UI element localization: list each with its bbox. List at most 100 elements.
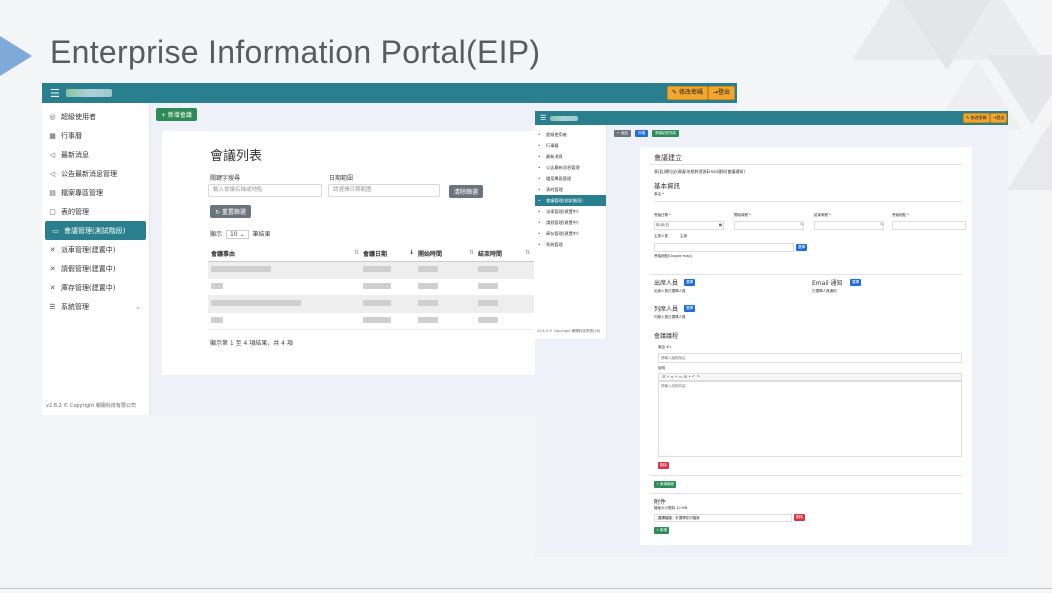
sidebar-item[interactable]: • 庫存管理(建置中) <box>535 228 606 239</box>
change-password-button[interactable]: ✎ 修改密碼 <box>667 86 708 100</box>
choose-file-button[interactable]: 選擇檔案 <box>656 516 674 520</box>
meeting-create-screenshot: ☰ ✎ 修改密碼 ⇥登出 • 超級使用者 • 行事曆 • 最新消息 • 公告最新消息管理 • 檔案… <box>535 111 1008 557</box>
reset-filter-button[interactable]: ↻ 重置篩選 <box>210 205 251 218</box>
sidebar-item[interactable]: ▭ 會議管理(測試階段) <box>45 221 146 240</box>
bullet-icon: • <box>538 209 541 214</box>
agenda-desc-editor[interactable]: 請輸入說明內容 <box>658 381 962 457</box>
sidebar-item[interactable]: ◎ 超級使用者 <box>42 107 149 126</box>
attendees-select-button[interactable]: 選擇 <box>684 279 695 286</box>
sidebar-item-label: 會議管理(測試階段) <box>546 197 583 203</box>
hamburger-menu-icon[interactable]: ☰ <box>540 114 546 122</box>
start-time-input[interactable]: ◷ <box>734 221 804 230</box>
sidebar-item[interactable]: ▦ 行事曆 <box>42 126 149 145</box>
sidebar-item-label: 表的管理 <box>61 207 89 216</box>
sidebar-item[interactable]: ◁ 最新消息 <box>42 145 149 164</box>
blurred-cell <box>363 283 391 289</box>
attachment-delete-button[interactable]: 刪除 <box>794 514 805 521</box>
slide-bottom-line <box>0 588 1052 589</box>
table-row[interactable] <box>208 313 534 330</box>
clear-filter-button[interactable]: 清除篩選 <box>449 185 484 198</box>
sidebar-item[interactable]: ▢ 表的管理 <box>42 202 149 221</box>
attachments-heading: 附件 <box>654 499 667 506</box>
sidebar-item[interactable]: ◁ 公告最新消息管理 <box>42 164 149 183</box>
bullet-icon: • <box>538 132 541 137</box>
attachments-note: 檔案大小限制 10 MB <box>654 506 688 510</box>
sidebar-item[interactable]: • 行事曆 <box>535 140 606 151</box>
megaphone-icon: ◁ <box>49 169 56 178</box>
slide-title: Enterprise Information Portal(EIP) <box>50 34 541 70</box>
col-header-end[interactable]: 結束時間 ⇅ <box>478 249 534 258</box>
blurred-cell <box>418 317 438 323</box>
calendar-icon: ▦ <box>49 131 56 140</box>
keyword-search-input[interactable]: 輸入會議名稱或地點 <box>208 184 322 197</box>
file-icon: ▤ <box>49 188 56 197</box>
observers-heading: 列席人員 <box>654 306 679 313</box>
bullet-icon: • <box>538 165 541 170</box>
file-input[interactable]: 選擇檔案 未選擇任何檔案 <box>654 514 792 522</box>
sidebar-item[interactable]: • 系統管理 <box>535 239 606 250</box>
agenda-item-input[interactable]: 請輸入議程案由 <box>658 353 962 363</box>
sidebar-item-label: 最新消息 <box>61 150 89 159</box>
host-select-button[interactable]: 選擇 <box>796 244 807 251</box>
back-button[interactable]: ← 返回 <box>614 130 632 137</box>
blurred-cell <box>363 300 391 306</box>
sidebar-item-label: 公告最新消息管理 <box>61 169 117 178</box>
blurred-logo <box>550 115 579 121</box>
sidebar-item[interactable]: • 超級使用者 <box>535 129 606 140</box>
sidebar-item[interactable]: ▤ 檔案專區管理 <box>42 183 149 202</box>
sidebar-item[interactable]: • 檔案專區管理 <box>535 173 606 184</box>
save-button[interactable]: 存檔 <box>635 130 648 137</box>
email-select-button[interactable]: 選擇 <box>850 279 861 286</box>
logout-button[interactable]: ⇥登出 <box>990 113 1008 123</box>
page-size-select[interactable]: 10 ⌄ <box>225 230 249 239</box>
observers-select-button[interactable]: 選擇 <box>684 305 695 312</box>
finish-minutes-button[interactable]: 會議記錄完成 <box>652 130 679 137</box>
date-range-input[interactable]: 請選擇日期範圍 <box>328 184 440 197</box>
subject-label: 事由 * <box>654 192 664 196</box>
add-attachment-button[interactable]: + 新增 <box>654 527 670 534</box>
end-time-input[interactable]: ◷ <box>814 221 884 230</box>
table-row[interactable] <box>208 296 534 313</box>
col-header-subject[interactable]: 會議事由 ⇅ <box>208 249 363 258</box>
basic-info-heading: 基本資訊 <box>654 182 680 190</box>
sidebar-item[interactable]: ✕ 請假管理(建置中) <box>42 259 149 278</box>
table-row[interactable] <box>208 262 534 279</box>
blurred-cell <box>211 283 223 289</box>
google-map-note: 會議地點(Google map) <box>654 254 692 258</box>
sidebar-item[interactable]: ✕ 派車管理(建置中) <box>42 240 149 259</box>
table-header: 會議事由 ⇅ 會議日期 ↓ 開始時間 ⇅ 結束時間 ⇅ <box>208 245 534 262</box>
sidebar-item[interactable]: ☰ 系統管理 ⌄ <box>42 297 149 316</box>
sidebar-item[interactable]: • 最新消息 <box>535 151 606 162</box>
blurred-cell <box>211 317 223 323</box>
blurred-cell <box>418 300 438 306</box>
agenda-delete-button[interactable]: 刪除 <box>658 462 669 469</box>
blurred-cell <box>418 283 438 289</box>
sidebar-item[interactable]: • 表的管理 <box>535 184 606 195</box>
slide-background: Enterprise Information Portal(EIP) ☰ ✎ 修… <box>0 0 1052 593</box>
chevron-down-icon: ⌄ <box>135 302 141 311</box>
sidebar-item[interactable]: • 公告最新消息管理 <box>535 162 606 173</box>
sidebar-item[interactable]: • 派車管理(建置中) <box>535 206 606 217</box>
col-header-date[interactable]: 會議日期 ↓ <box>363 249 418 258</box>
bullet-icon: • <box>538 154 541 159</box>
add-agenda-button[interactable]: + 新增議程 <box>654 481 677 488</box>
add-meeting-button[interactable]: + 新增會議 <box>156 108 197 121</box>
logout-button[interactable]: ⇥登出 <box>708 86 736 100</box>
hamburger-menu-icon[interactable]: ☰ <box>50 87 60 100</box>
start-time-label: 開始時間 * <box>734 213 751 217</box>
col-header-start[interactable]: 開始時間 ⇅ <box>418 249 478 258</box>
sidebar-item[interactable]: • 請假管理(建置中) <box>535 217 606 228</box>
meeting-icon: ▭ <box>52 226 59 235</box>
sidebar-item-label: 公告最新消息管理 <box>546 164 580 170</box>
host-input[interactable] <box>654 243 794 252</box>
rich-text-toolbar[interactable]: ☰ • ≡ • ▭ ⊞ • ↶ ↷ <box>658 373 962 381</box>
bullet-icon: • <box>538 176 541 181</box>
location-input[interactable] <box>892 221 966 230</box>
sidebar-item-label: 庫存管理(建置中) <box>546 230 579 236</box>
date-input[interactable]: 年/月/日 ▦ <box>654 221 724 230</box>
sidebar-item[interactable]: ✕ 庫存管理(建置中) <box>42 278 149 297</box>
table-row[interactable] <box>208 279 534 296</box>
bullet-icon: • <box>538 231 541 236</box>
change-password-button[interactable]: ✎ 修改密碼 <box>963 113 990 123</box>
sidebar-item[interactable]: • 會議管理(測試階段) <box>535 195 606 206</box>
